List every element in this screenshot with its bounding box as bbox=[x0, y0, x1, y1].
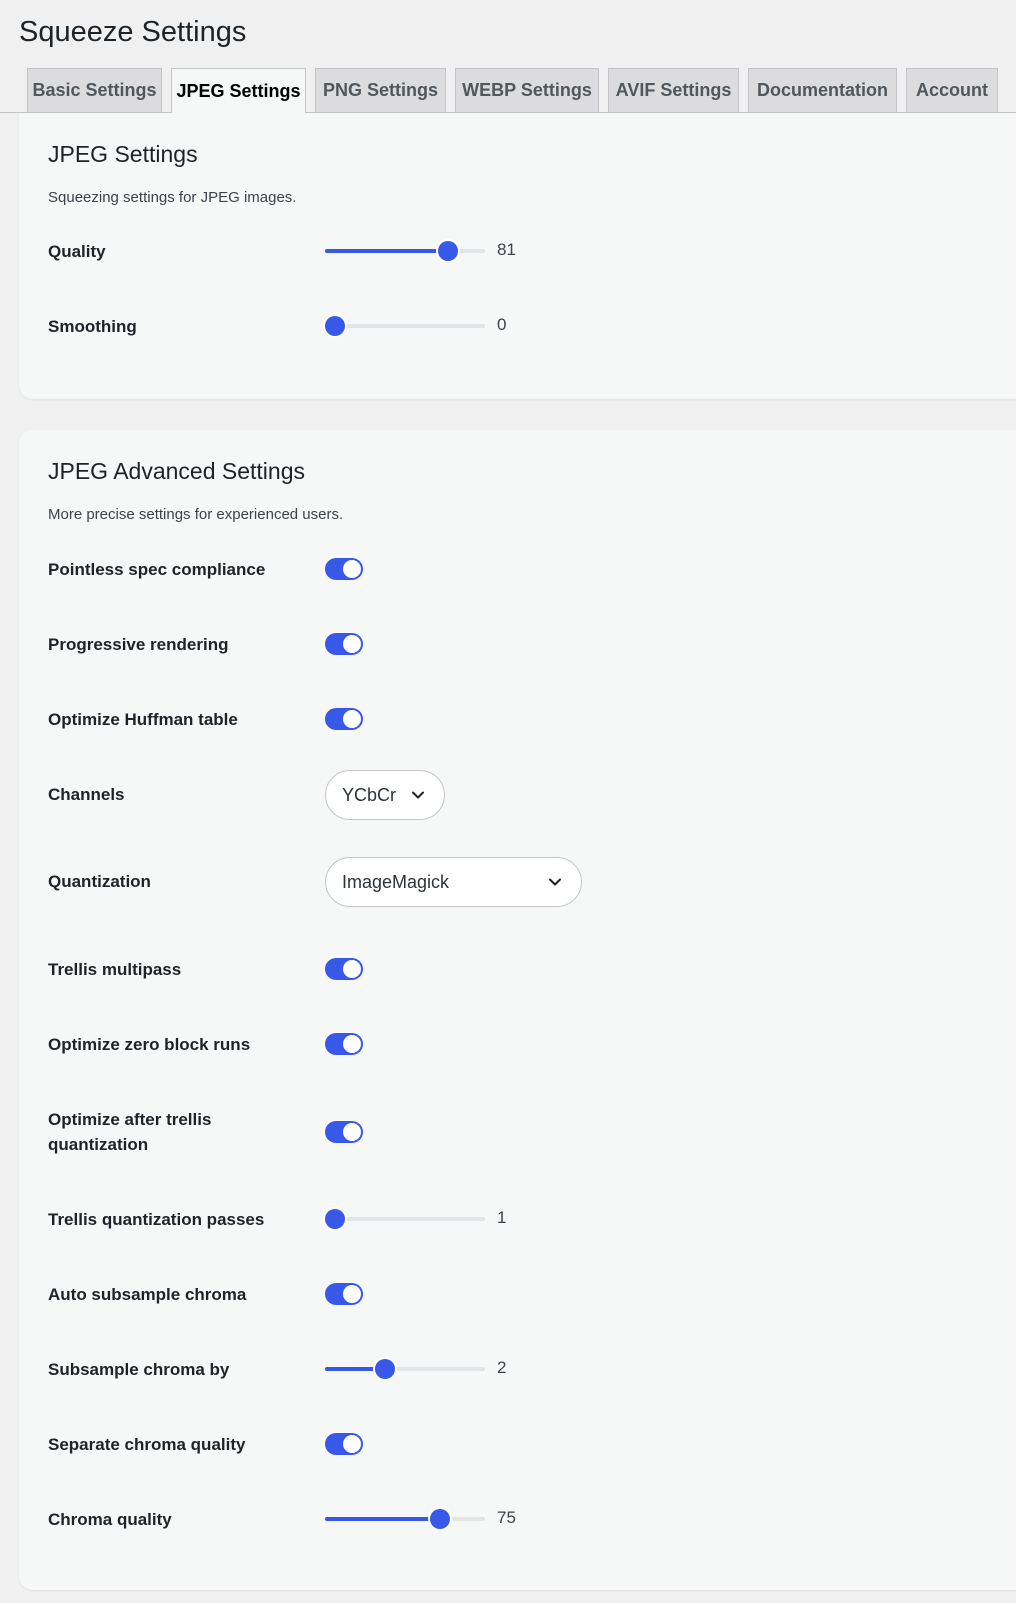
section-description: Squeezing settings for JPEG images. bbox=[48, 189, 297, 206]
after-trellis-label: Optimize after trellis quantization bbox=[48, 1110, 212, 1154]
slider-thumb[interactable] bbox=[430, 1509, 450, 1529]
zero-block-row: Optimize zero block runs bbox=[19, 1032, 1016, 1072]
page-title: Squeeze Settings bbox=[19, 16, 247, 48]
section-title: JPEG Advanced Settings bbox=[48, 458, 305, 484]
separate-chroma-row: Separate chroma quality bbox=[19, 1432, 1016, 1472]
tab-account[interactable]: Account bbox=[906, 68, 998, 113]
toggle-knob bbox=[343, 710, 361, 728]
tab-avif-settings[interactable]: AVIF Settings bbox=[608, 68, 739, 113]
chroma-quality-slider[interactable]: 75 bbox=[325, 1508, 516, 1529]
subsample-by-label: Subsample chroma by bbox=[48, 1360, 230, 1379]
subsample-by-value: 2 bbox=[497, 1358, 507, 1377]
slider-thumb[interactable] bbox=[325, 316, 345, 336]
trellis-passes-slider[interactable]: 1 bbox=[325, 1208, 506, 1229]
quantization-label: Quantization bbox=[48, 872, 151, 891]
slider-thumb[interactable] bbox=[438, 241, 459, 261]
zero-block-toggle[interactable] bbox=[325, 1033, 363, 1055]
smoothing-row: Smoothing 0 bbox=[19, 314, 1016, 354]
channels-select[interactable]: YCbCr bbox=[325, 770, 445, 820]
progressive-label: Progressive rendering bbox=[48, 635, 229, 654]
separate-chroma-label: Separate chroma quality bbox=[48, 1435, 246, 1454]
pointless-spec-toggle[interactable] bbox=[325, 558, 363, 580]
toggle-knob bbox=[343, 635, 361, 653]
pointless-spec-row: Pointless spec compliance bbox=[19, 557, 1016, 597]
trellis-multipass-toggle[interactable] bbox=[325, 958, 363, 980]
trellis-passes-value: 1 bbox=[497, 1208, 507, 1227]
tab-basic-settings[interactable]: Basic Settings bbox=[27, 68, 162, 113]
channels-label: Channels bbox=[48, 785, 125, 804]
toggle-knob bbox=[343, 1435, 361, 1453]
tab-jpeg-settings[interactable]: JPEG Settings bbox=[171, 68, 306, 114]
slider-fill bbox=[325, 249, 449, 253]
slider-fill bbox=[325, 1517, 440, 1521]
huffman-toggle[interactable] bbox=[325, 708, 363, 730]
auto-subsample-label: Auto subsample chroma bbox=[48, 1285, 247, 1304]
settings-tabs: Basic Settings JPEG Settings PNG Setting… bbox=[0, 68, 1016, 114]
jpeg-settings-card: JPEG Settings Squeezing settings for JPE… bbox=[19, 113, 1016, 399]
chroma-quality-label: Chroma quality bbox=[48, 1510, 172, 1529]
tab-webp-settings[interactable]: WEBP Settings bbox=[455, 68, 599, 113]
toggle-knob bbox=[343, 1285, 361, 1303]
after-trellis-row: Optimize after trellis quantization bbox=[19, 1107, 1016, 1167]
tab-documentation[interactable]: Documentation bbox=[748, 68, 897, 113]
trellis-passes-label: Trellis quantization passes bbox=[48, 1210, 265, 1229]
quantization-selected-value: ImageMagick bbox=[342, 871, 450, 892]
jpeg-advanced-settings-card: JPEG Advanced Settings More precise sett… bbox=[19, 430, 1016, 1590]
quantization-row: Quantization ImageMagick bbox=[19, 857, 1016, 909]
chevron-down-icon bbox=[549, 878, 561, 886]
trellis-multipass-row: Trellis multipass bbox=[19, 957, 1016, 997]
toggle-knob bbox=[343, 1035, 361, 1053]
auto-subsample-toggle[interactable] bbox=[325, 1283, 363, 1305]
toggle-knob bbox=[343, 1123, 361, 1141]
chroma-quality-row: Chroma quality 75 bbox=[19, 1507, 1016, 1547]
smoothing-value: 0 bbox=[497, 315, 507, 334]
tab-png-settings[interactable]: PNG Settings bbox=[315, 68, 446, 113]
slider-track bbox=[325, 324, 485, 328]
zero-block-label: Optimize zero block runs bbox=[48, 1035, 251, 1054]
auto-subsample-row: Auto subsample chroma bbox=[19, 1282, 1016, 1322]
chroma-quality-value: 75 bbox=[497, 1508, 516, 1527]
quality-label: Quality bbox=[48, 242, 106, 261]
quantization-select[interactable]: ImageMagick bbox=[325, 857, 582, 907]
quality-value: 81 bbox=[497, 240, 516, 259]
section-title: JPEG Settings bbox=[48, 141, 198, 167]
chevron-down-icon bbox=[412, 791, 424, 799]
after-trellis-toggle[interactable] bbox=[325, 1121, 363, 1143]
channels-row: Channels YCbCr bbox=[19, 770, 1016, 822]
huffman-label: Optimize Huffman table bbox=[48, 710, 238, 729]
slider-thumb[interactable] bbox=[325, 1209, 345, 1229]
subsample-by-slider[interactable]: 2 bbox=[325, 1358, 506, 1379]
smoothing-slider[interactable]: 0 bbox=[325, 315, 506, 336]
slider-track bbox=[325, 1217, 485, 1221]
section-description: More precise settings for experienced us… bbox=[48, 506, 344, 523]
pointless-spec-label: Pointless spec compliance bbox=[48, 560, 266, 579]
quality-slider[interactable]: 81 bbox=[325, 240, 516, 261]
smoothing-label: Smoothing bbox=[48, 317, 137, 336]
separate-chroma-toggle[interactable] bbox=[325, 1433, 363, 1455]
progressive-row: Progressive rendering bbox=[19, 632, 1016, 672]
quality-row: Quality 81 bbox=[19, 239, 1016, 279]
channels-selected-value: YCbCr bbox=[342, 784, 397, 805]
progressive-toggle[interactable] bbox=[325, 633, 363, 655]
slider-thumb[interactable] bbox=[375, 1359, 396, 1379]
toggle-knob bbox=[343, 960, 361, 978]
huffman-row: Optimize Huffman table bbox=[19, 707, 1016, 747]
subsample-by-row: Subsample chroma by 2 bbox=[19, 1357, 1016, 1397]
trellis-passes-row: Trellis quantization passes 1 bbox=[19, 1207, 1016, 1247]
toggle-knob bbox=[343, 560, 361, 578]
trellis-multipass-label: Trellis multipass bbox=[48, 960, 182, 979]
